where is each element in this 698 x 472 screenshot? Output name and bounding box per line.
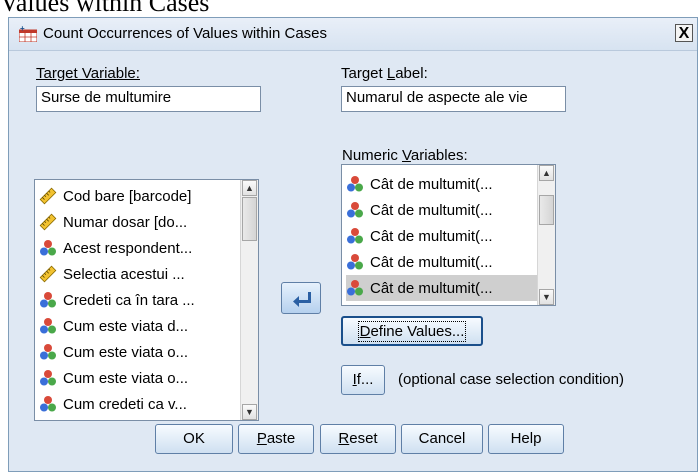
scroll-thumb[interactable] (242, 197, 257, 241)
move-to-numeric-variables-button[interactable] (281, 282, 321, 314)
list-item-label: Cât de multumit(... (370, 201, 493, 219)
count-occurrences-dialog: + Count Occurrences of Values within Cas… (8, 17, 698, 472)
cancel-button[interactable]: Cancel (401, 424, 483, 454)
define-values-rest: efine Values... (370, 323, 465, 340)
nominal-icon (346, 175, 370, 193)
close-button[interactable]: X (675, 24, 693, 42)
nominal-icon (39, 291, 63, 309)
svg-text:+: + (20, 25, 25, 33)
list-item-label: Credeti ca în tara ... (63, 291, 195, 309)
arrow-left-icon (293, 292, 311, 307)
list-item[interactable]: Acest respondent... (39, 235, 240, 261)
list-item[interactable]: Cod bare [barcode] (39, 183, 240, 209)
list-item[interactable]: Cât de multumit(... (346, 197, 537, 223)
list-item[interactable]: Cât de multumit(... (346, 249, 537, 275)
paste-mnemonic: P (256, 430, 267, 447)
nominal-icon (346, 253, 370, 271)
list-item[interactable]: Cum credeti ca v... (39, 391, 240, 417)
define-values-button-label: Define Values... (357, 321, 467, 342)
reset-rest: eset (349, 430, 378, 447)
list-item-label: Acest respondent... (63, 239, 193, 257)
list-item-label: Cum este viata d... (63, 317, 189, 335)
nominal-icon (346, 279, 370, 297)
title-bar: + Count Occurrences of Values within Cas… (9, 18, 697, 51)
list-item[interactable]: Cât de multumit(... (346, 171, 537, 197)
list-item[interactable]: Cât de multumit(... (346, 275, 537, 301)
list-item[interactable]: Numar dosar [do... (39, 209, 240, 235)
define-values-button[interactable]: Define Values... (341, 316, 483, 346)
list-item-label: Cât de multumit(... (370, 175, 493, 193)
ok-button[interactable]: OK (155, 424, 233, 454)
list-item-label: Cât de multumit(... (370, 253, 493, 271)
target-variable-input[interactable]: Surse de multumire (36, 86, 261, 112)
numeric-variables-label-mnemonic: V (402, 147, 411, 164)
target-label-label-pre: Target (341, 65, 387, 82)
source-list-scrollbar[interactable]: ▲ ▼ (240, 180, 258, 420)
nominal-icon (39, 343, 63, 361)
paste-rest: aste (266, 430, 296, 447)
list-item-label: Cât de multumit(... (370, 279, 493, 297)
nominal-icon (39, 239, 63, 257)
paste-button[interactable]: Paste (238, 424, 314, 454)
if-rest: f... (356, 371, 374, 388)
if-button[interactable]: If... (341, 365, 385, 395)
list-item[interactable]: Cum este viata d... (39, 313, 240, 339)
nominal-icon (346, 201, 370, 219)
numeric-variables-label: Numeric Variables: (342, 147, 468, 164)
nominal-icon (39, 369, 63, 387)
numeric-list-scrollbar[interactable]: ▲ ▼ (537, 165, 555, 305)
background-window-text: Values within Cases (0, 0, 210, 17)
list-item[interactable]: Credeti ca în tara ... (39, 287, 240, 313)
list-item[interactable]: Selectia acestui ... (39, 261, 240, 287)
target-label-label: Target Label: (341, 65, 428, 82)
nominal-icon (39, 395, 63, 413)
list-item[interactable]: Cum este viata o... (39, 339, 240, 365)
list-item-label: Numar dosar [do... (63, 213, 188, 231)
scroll-up-arrow[interactable]: ▲ (242, 180, 257, 196)
nominal-icon (346, 227, 370, 245)
list-item-label: Cum este viata o... (63, 369, 189, 387)
ruler-icon (39, 213, 63, 231)
source-variable-list[interactable]: Cum credeti ca v... Cum este viata o... Cu… (34, 179, 259, 421)
list-item-label: Cât de multumit(... (370, 227, 493, 245)
ruler-icon (39, 265, 63, 283)
reset-button[interactable]: Reset (320, 424, 396, 454)
reset-mnemonic: R (338, 430, 350, 447)
list-item-label: Selectia acestui ... (63, 265, 185, 283)
list-item-label: Cum este viata o... (63, 343, 189, 361)
numeric-variables-label-pre: Numeric (342, 147, 403, 164)
list-item-label: Cum credeti ca v... (63, 395, 187, 413)
list-item[interactable]: Cum este viata o... (39, 365, 240, 391)
help-button[interactable]: Help (488, 424, 564, 454)
target-label-label-post: abel: (395, 65, 428, 82)
scroll-down-arrow[interactable]: ▼ (242, 404, 257, 420)
dialog-content: Target Variable: Surse de multumire Targ… (9, 51, 697, 471)
scroll-thumb[interactable] (539, 195, 554, 225)
target-label-label-mnemonic: L (386, 65, 396, 82)
app-icon: + (19, 25, 37, 42)
numeric-variables-list[interactable]: Cât de multumit(... Cât de multumit(... Câ… (341, 164, 556, 306)
target-variable-label: Target Variable: (36, 65, 140, 82)
define-values-mnemonic: D (359, 323, 371, 340)
scroll-up-arrow[interactable]: ▲ (539, 165, 554, 181)
dialog-title: Count Occurrences of Values within Cases (43, 25, 328, 42)
scroll-down-arrow[interactable]: ▼ (539, 289, 554, 305)
target-variable-label-text: Target Variable: (36, 65, 140, 82)
list-item[interactable]: Cât de multumit(... (346, 223, 537, 249)
nominal-icon (39, 317, 63, 335)
numeric-variables-label-post: ariables: (410, 147, 468, 164)
ruler-icon (39, 187, 63, 205)
if-hint-text: (optional case selection condition) (398, 371, 624, 388)
target-label-input[interactable]: Numarul de aspecte ale vie (341, 86, 566, 112)
list-item-label: Cod bare [barcode] (63, 187, 192, 205)
